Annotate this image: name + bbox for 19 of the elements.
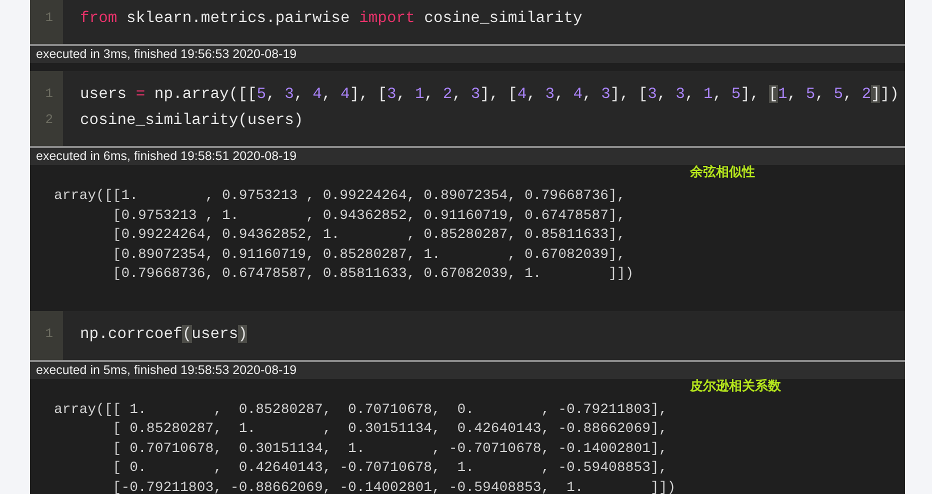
output-line: array([[1. , 0.9753213 , 0.99224264, 0.89072354, 0.79668736], [53, 187, 626, 206]
output-line: [ 0.85280287, 1. , 0.30151134, 0.42640143, -0.88662069], [112, 420, 668, 439]
output-line: [ 0.70710678, 0.30151134, 1. , -0.70710678, -0.14002801], [112, 440, 668, 458]
output-line: [0.9753213 , 1. , 0.94362852, 0.91160719, 0.67478587], [112, 206, 626, 226]
output-line: [-0.79211803, -0.88662069, -0.14002801, -0.59408853, 1. ]]) [112, 478, 677, 494]
code-line: users = np.array([[5, 3, 4, 4], [3, 1, 2, 3], [4, 3, 4, 3], [3, 3, 1, 5], [1, 5, 5, 2]]) [80, 84, 899, 105]
output-line: [0.79668736, 0.67478587, 0.85811633, 0.67082039, 1. ]]) [112, 265, 635, 284]
annotation-label: 皮尔逊相关系数 [690, 378, 782, 396]
output-line: [0.89072354, 0.91160719, 0.85280287, 1. , 0.67082039], [112, 246, 626, 264]
output-line: [ 0. , 0.42640143, -0.70710678, 1. , -0.59408853], [112, 459, 668, 478]
execution-info: executed in 5ms, finished 19:58:53 2020-08-19 [30, 360, 905, 378]
execution-info: executed in 6ms, finished 19:58:51 2020-08-19 [30, 146, 905, 165]
code-line: cosine_similarity(users) [80, 110, 304, 131]
output-line: array([[ 1. , 0.85280287, 0.70710678, 0. , -0.79211803], [53, 400, 668, 420]
output-line: [0.99224264, 0.94362852, 1. , 0.85280287, 0.85811633], [112, 226, 626, 245]
execution-info: executed in 3ms, finished 19:56:53 2020-08-19 [30, 44, 905, 63]
code-line: np.corrcoef(users) [80, 324, 248, 344]
annotation-label: 余弦相似性 [690, 165, 756, 182]
code-line: from sklearn.metrics.pairwise import cosine_similarity [80, 8, 582, 29]
